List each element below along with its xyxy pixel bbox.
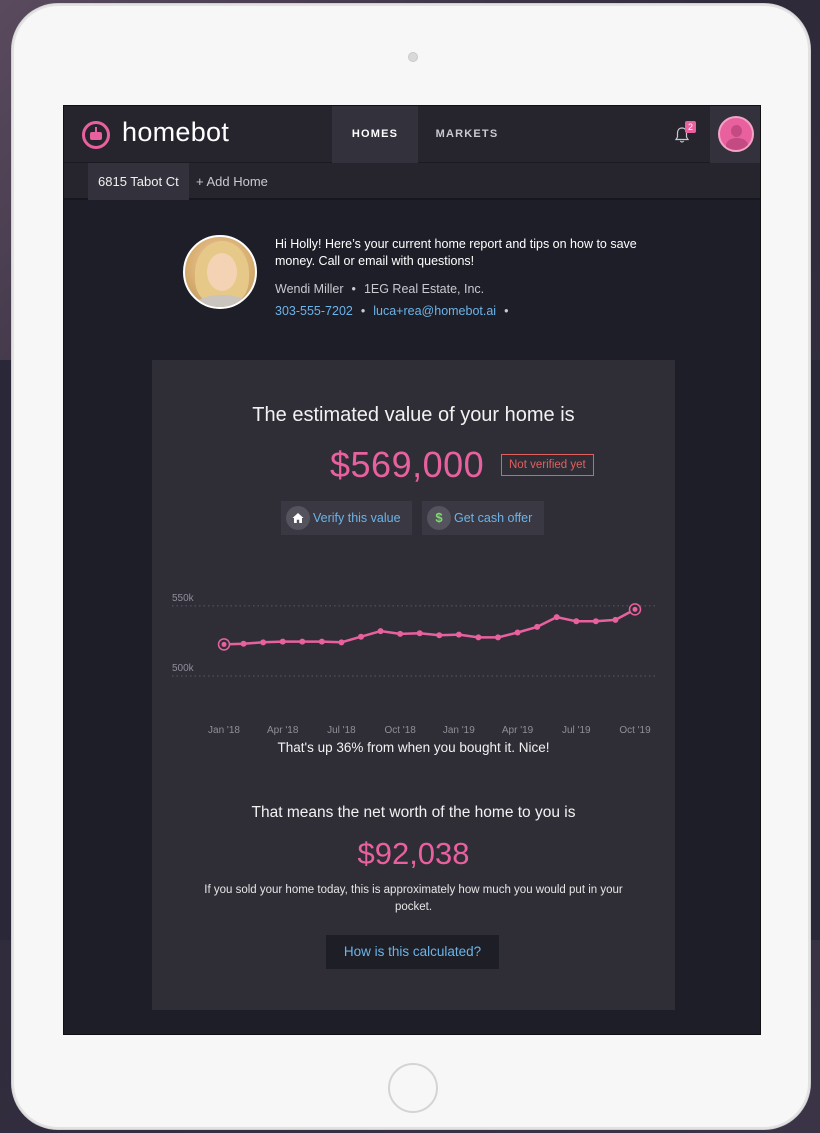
agent-name: Wendi Miller (275, 282, 344, 296)
home-button[interactable] (388, 1063, 438, 1113)
data-point-15[interactable] (514, 629, 521, 636)
data-point-3[interactable] (279, 638, 286, 645)
cash-offer-label: Get cash offer (454, 511, 533, 525)
data-point-2[interactable] (260, 639, 267, 646)
net-worth-title: That means the net worth of the home to … (251, 804, 576, 821)
data-point-4[interactable] (299, 638, 306, 645)
data-point-18[interactable] (573, 618, 580, 625)
data-point-19[interactable] (592, 618, 599, 625)
data-point-0[interactable] (221, 641, 227, 647)
net-worth-description: If you sold your home today, this is app… (204, 884, 623, 913)
how-calculated-button[interactable]: How is this calculated? (326, 935, 499, 969)
tab-markets[interactable]: MARKETS (424, 106, 510, 163)
data-point-8[interactable] (377, 628, 384, 635)
x-tick-label-2: Jul '18 (327, 725, 356, 736)
x-tick-label-5: Apr '19 (502, 725, 534, 736)
agent-message: Hi Holly! Here’s your current home repor… (275, 237, 637, 268)
x-tick-label-1: Apr '18 (267, 725, 299, 736)
data-point-9[interactable] (397, 630, 404, 637)
data-point-17[interactable] (553, 614, 560, 621)
notification-badge: 2 (685, 121, 696, 133)
home-selector-bar: 6815 Tabot Ct + Add Home (64, 163, 760, 200)
data-point-21[interactable] (632, 606, 638, 612)
top-navigation-bar: homebot HOMES MARKETS 2 (64, 106, 760, 163)
verify-value-label: Verify this value (313, 511, 401, 525)
camera-icon (408, 52, 418, 62)
value-line (223, 608, 636, 646)
agent-email-link[interactable]: luca+rea@homebot.ai (373, 304, 496, 318)
data-point-14[interactable] (495, 634, 501, 641)
data-point-7[interactable] (358, 633, 364, 640)
home-value-chart: 500k 550k Jan '18 Apr '18 Jul '18 Oct '18 Jan … (172, 593, 655, 736)
logo-text[interactable]: homebot (122, 117, 229, 148)
agent-info: Wendi Miller • 1EG Real Estate, Inc. (275, 282, 484, 296)
x-tick-label-7: Oct '19 (619, 725, 651, 736)
separator: • (351, 282, 356, 296)
data-point-5[interactable] (318, 638, 325, 645)
value-change-note: That's up 36% from when you bought it. N… (277, 740, 550, 755)
dollar-icon: $ (427, 506, 451, 530)
verification-status-badge: Not verified yet (501, 454, 594, 476)
y-tick-label-0: 500k (172, 663, 195, 674)
separator: • (360, 304, 366, 318)
add-home-button[interactable]: + Add Home (196, 163, 268, 200)
home-tab-active[interactable]: 6815 Tabot Ct (88, 163, 189, 200)
user-menu[interactable] (710, 106, 760, 163)
avatar[interactable] (718, 116, 754, 152)
x-tick-label-3: Oct '18 (384, 725, 416, 736)
data-point-20[interactable] (612, 616, 619, 623)
data-point-16[interactable] (534, 623, 541, 630)
x-tick-label-0: Jan '18 (208, 725, 240, 736)
data-point-10[interactable] (416, 630, 423, 637)
x-tick-label-4: Jan '19 (443, 725, 475, 736)
cash-offer-button[interactable]: $ Get cash offer (422, 501, 544, 535)
data-point-13[interactable] (475, 634, 482, 641)
estimated-value: $569,000 (330, 444, 485, 485)
homebot-logo-icon[interactable] (82, 121, 110, 149)
x-tick-label-6: Jul '19 (562, 725, 591, 736)
y-tick-label-1: 550k (172, 593, 195, 604)
verify-value-button[interactable]: Verify this value (281, 501, 412, 535)
agent-company: 1EG Real Estate, Inc. (363, 282, 485, 296)
separator: • (504, 304, 509, 318)
data-point-1[interactable] (240, 640, 247, 647)
data-point-12[interactable] (455, 631, 462, 638)
house-icon (286, 506, 310, 530)
net-worth-value: $92,038 (357, 836, 470, 871)
estimate-title: The estimated value of your home is (252, 404, 575, 426)
agent-phone-link[interactable]: 303-555-7202 (275, 304, 353, 318)
app-screen: homebot HOMES MARKETS 2 6815 Tabot Ct + … (63, 105, 761, 1035)
agent-photo (183, 235, 257, 309)
tab-homes[interactable]: HOMES (332, 106, 418, 163)
data-point-11[interactable] (436, 632, 443, 639)
agent-contact: 303-555-7202 • luca+rea@homebot.ai • (275, 304, 516, 318)
home-value-card: The estimated value of your home is $569… (152, 360, 675, 1010)
data-point-6[interactable] (338, 639, 345, 646)
tablet-frame: homebot HOMES MARKETS 2 6815 Tabot Ct + … (12, 4, 810, 1129)
